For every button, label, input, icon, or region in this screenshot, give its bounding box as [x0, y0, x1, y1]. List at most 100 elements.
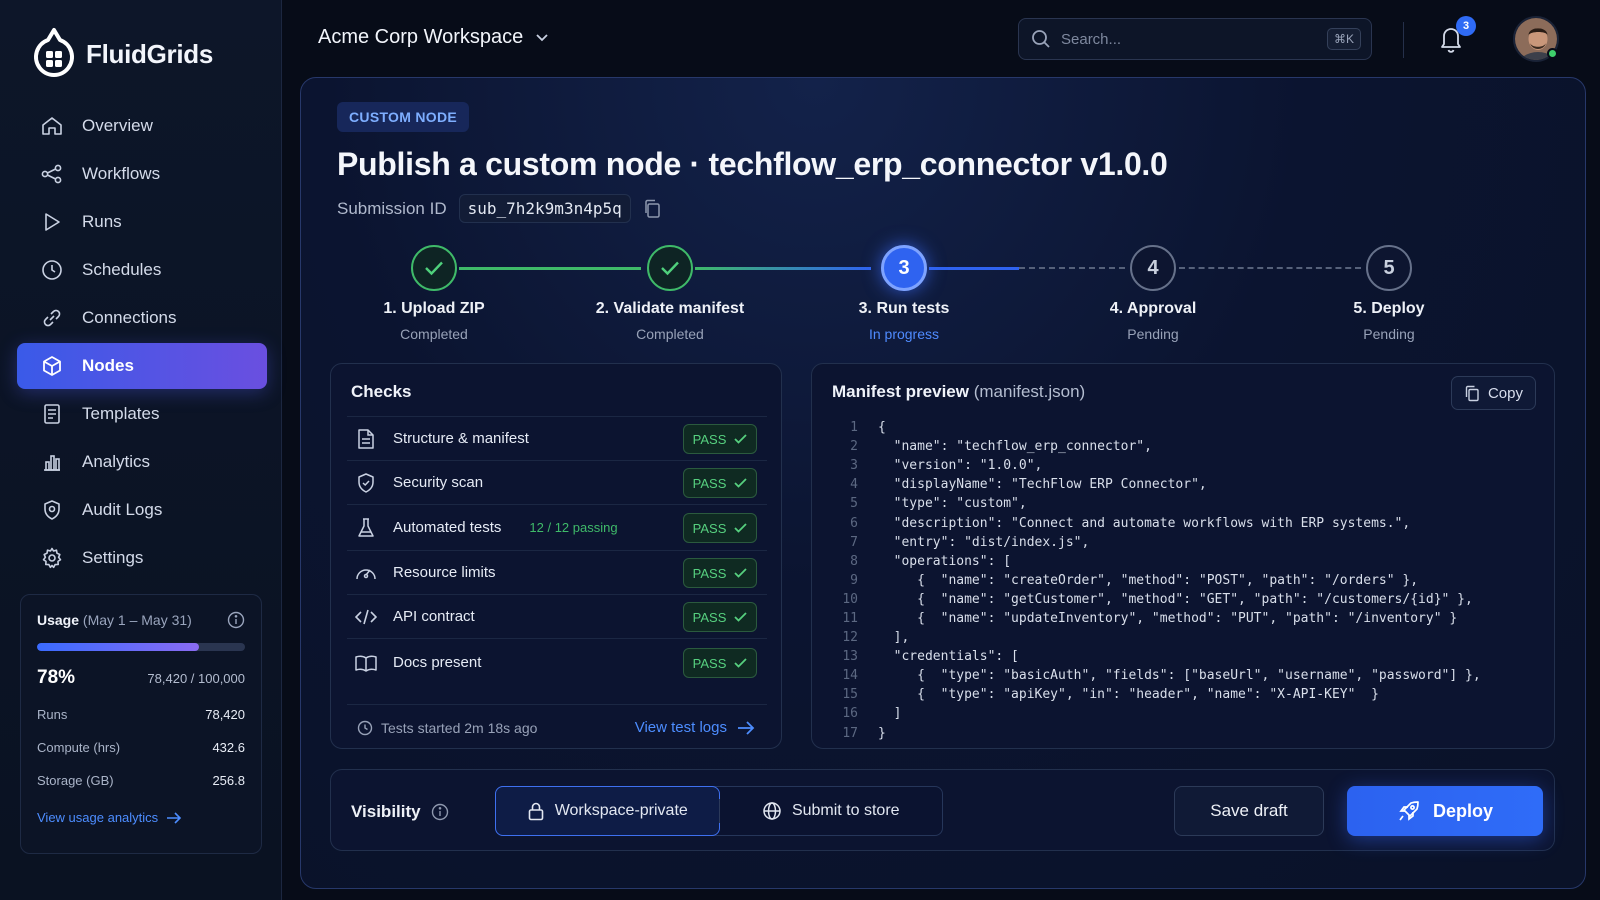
- search-input[interactable]: [1061, 30, 1317, 48]
- sidebar-item-templates[interactable]: Templates: [17, 391, 267, 437]
- check-row-resources: Resource limits PASS: [347, 550, 767, 594]
- step-2-circle[interactable]: [647, 245, 693, 291]
- check-label: Automated tests: [393, 519, 502, 536]
- sidebar-item-label: Overview: [82, 116, 153, 135]
- deploy-button[interactable]: Deploy: [1347, 786, 1543, 836]
- code-line-text: ]: [878, 706, 902, 722]
- sidebar-item-schedules[interactable]: Schedules: [17, 247, 267, 293]
- step-5-circle[interactable]: 5: [1366, 245, 1412, 291]
- chevron-down-icon: [536, 33, 548, 41]
- gear-icon: [42, 547, 62, 569]
- pass-text: PASS: [692, 431, 727, 447]
- arrow-right-icon: [738, 720, 755, 735]
- usage-card: Usage (May 1 – May 31) 78% 78,420 / 100,…: [20, 594, 262, 854]
- rocket-icon: [1399, 801, 1419, 821]
- manifest-preview-card: Manifest preview (manifest.json) Copy 1{…: [811, 363, 1555, 749]
- code-line-text: "name": "techflow_erp_connector",: [878, 439, 1152, 455]
- usage-progress-fill: [37, 643, 200, 651]
- sidebar-item-label: Workflows: [82, 164, 161, 183]
- step-4-label: 4. Approval: [1109, 300, 1197, 317]
- code-line: 10 { "name": "getCustomer", "method": "G…: [842, 591, 1473, 607]
- flask-icon: [358, 517, 374, 537]
- info-icon[interactable]: [227, 611, 245, 629]
- step-3-circle[interactable]: 3: [881, 245, 927, 291]
- check-label: Docs present: [393, 654, 482, 671]
- manifest-title-text: Manifest preview: [832, 382, 969, 401]
- step-1-circle[interactable]: [411, 245, 457, 291]
- copy-icon[interactable]: [643, 199, 661, 219]
- usage-stat-value: 78,420: [205, 707, 245, 722]
- code-line: 14 { "type": "basicAuth", "fields": ["ba…: [842, 668, 1481, 684]
- code-line: 17}: [842, 725, 886, 741]
- online-status-indicator: [1547, 48, 1558, 59]
- view-test-logs-link[interactable]: View test logs: [635, 719, 755, 736]
- pass-badge: PASS: [683, 602, 757, 632]
- sidebar-item-label: Settings: [82, 548, 144, 567]
- sidebar-item-nodes[interactable]: Nodes: [17, 343, 267, 389]
- pass-text: PASS: [692, 565, 727, 581]
- brand-name: FluidGrids: [86, 38, 214, 69]
- sidebar-item-connections[interactable]: Connections: [17, 295, 267, 341]
- check-label: API contract: [393, 608, 475, 625]
- search-icon: [1032, 30, 1050, 48]
- check-row-api: API contract PASS: [347, 594, 767, 638]
- sidebar-item-analytics[interactable]: Analytics: [17, 439, 267, 485]
- sidebar-item-runs[interactable]: Runs: [17, 199, 267, 245]
- step-connector-2: [695, 267, 871, 270]
- check-row-structure: Structure & manifest PASS: [347, 416, 767, 460]
- code-line-text: "displayName": "TechFlow ERP Connector",: [878, 477, 1207, 493]
- usage-count: 78,420 / 100,000: [147, 671, 245, 686]
- cube-icon: [43, 356, 61, 376]
- usage-stat-label: Storage (GB): [37, 773, 114, 788]
- search-bar[interactable]: ⌘K: [1018, 18, 1372, 60]
- manifest-code-block[interactable]: 1{ 2 "name": "techflow_erp_connector", 3…: [828, 418, 1540, 746]
- copy-button-label: Copy: [1487, 384, 1523, 402]
- step-5-label: 5. Deploy: [1353, 300, 1425, 317]
- usage-stat-label: Compute (hrs): [37, 740, 121, 755]
- action-bar: Visibility Workspace-private Submit to s…: [330, 769, 1555, 851]
- manifest-filename: (manifest.json): [973, 382, 1086, 401]
- code-line: 15 { "type": "apiKey", "in": "header", "…: [842, 687, 1379, 703]
- check-label: Security scan: [393, 474, 484, 491]
- step-2-status: Completed: [636, 326, 704, 342]
- usage-percent: 78%: [37, 667, 76, 688]
- submission-row: Submission ID sub_7h2k9m3n4p5q: [337, 194, 661, 223]
- code-line: 12 ],: [842, 630, 910, 646]
- workspace-private-option[interactable]: Workspace-private: [495, 786, 720, 836]
- sidebar-item-label: Audit Logs: [82, 500, 163, 519]
- code-line: 11 { "name": "updateInventory", "method"…: [842, 610, 1458, 626]
- step-connector-3: [929, 267, 1019, 270]
- code-line: 16 ]: [842, 706, 902, 722]
- view-test-logs-label: View test logs: [634, 719, 727, 736]
- submit-to-store-option[interactable]: Submit to store: [720, 787, 943, 835]
- pass-badge: PASS: [683, 424, 757, 454]
- submission-label: Submission ID: [337, 198, 447, 218]
- usage-period: (May 1 – May 31): [82, 612, 192, 628]
- save-draft-button[interactable]: Save draft: [1174, 786, 1324, 836]
- step-1-label: 1. Upload ZIP: [383, 300, 485, 317]
- step-4-circle[interactable]: 4: [1130, 245, 1176, 291]
- sidebar-item-audit-logs[interactable]: Audit Logs: [17, 487, 267, 533]
- code-line-text: { "type": "basicAuth", "fields": ["baseU…: [878, 668, 1481, 684]
- info-icon[interactable]: [431, 803, 449, 821]
- pass-badge: PASS: [683, 513, 757, 543]
- workspace-switcher[interactable]: Acme Corp Workspace: [318, 26, 549, 49]
- check-icon: [425, 261, 443, 276]
- code-line: 5 "type": "custom",: [850, 496, 1027, 512]
- check-icon: [661, 261, 679, 276]
- copy-button[interactable]: Copy: [1450, 376, 1536, 410]
- sidebar-item-overview[interactable]: Overview: [17, 103, 267, 149]
- view-usage-analytics-link[interactable]: View usage analytics: [37, 810, 245, 825]
- brand[interactable]: FluidGrids: [32, 26, 213, 82]
- usage-link-label: View usage analytics: [37, 810, 159, 825]
- step-2-label: 2. Validate manifest: [595, 300, 745, 317]
- usage-stat-runs: Runs 78,420: [37, 707, 245, 722]
- code-line-text: {: [878, 420, 886, 436]
- globe-icon: [763, 802, 781, 820]
- visibility-toggle: Workspace-private Submit to store: [495, 786, 943, 836]
- clock-icon: [42, 260, 62, 280]
- sidebar-item-settings[interactable]: Settings: [17, 535, 267, 581]
- sidebar-item-label: Templates: [82, 404, 160, 423]
- sidebar-item-workflows[interactable]: Workflows: [17, 151, 267, 197]
- code-line-text: "operations": [: [878, 553, 1012, 569]
